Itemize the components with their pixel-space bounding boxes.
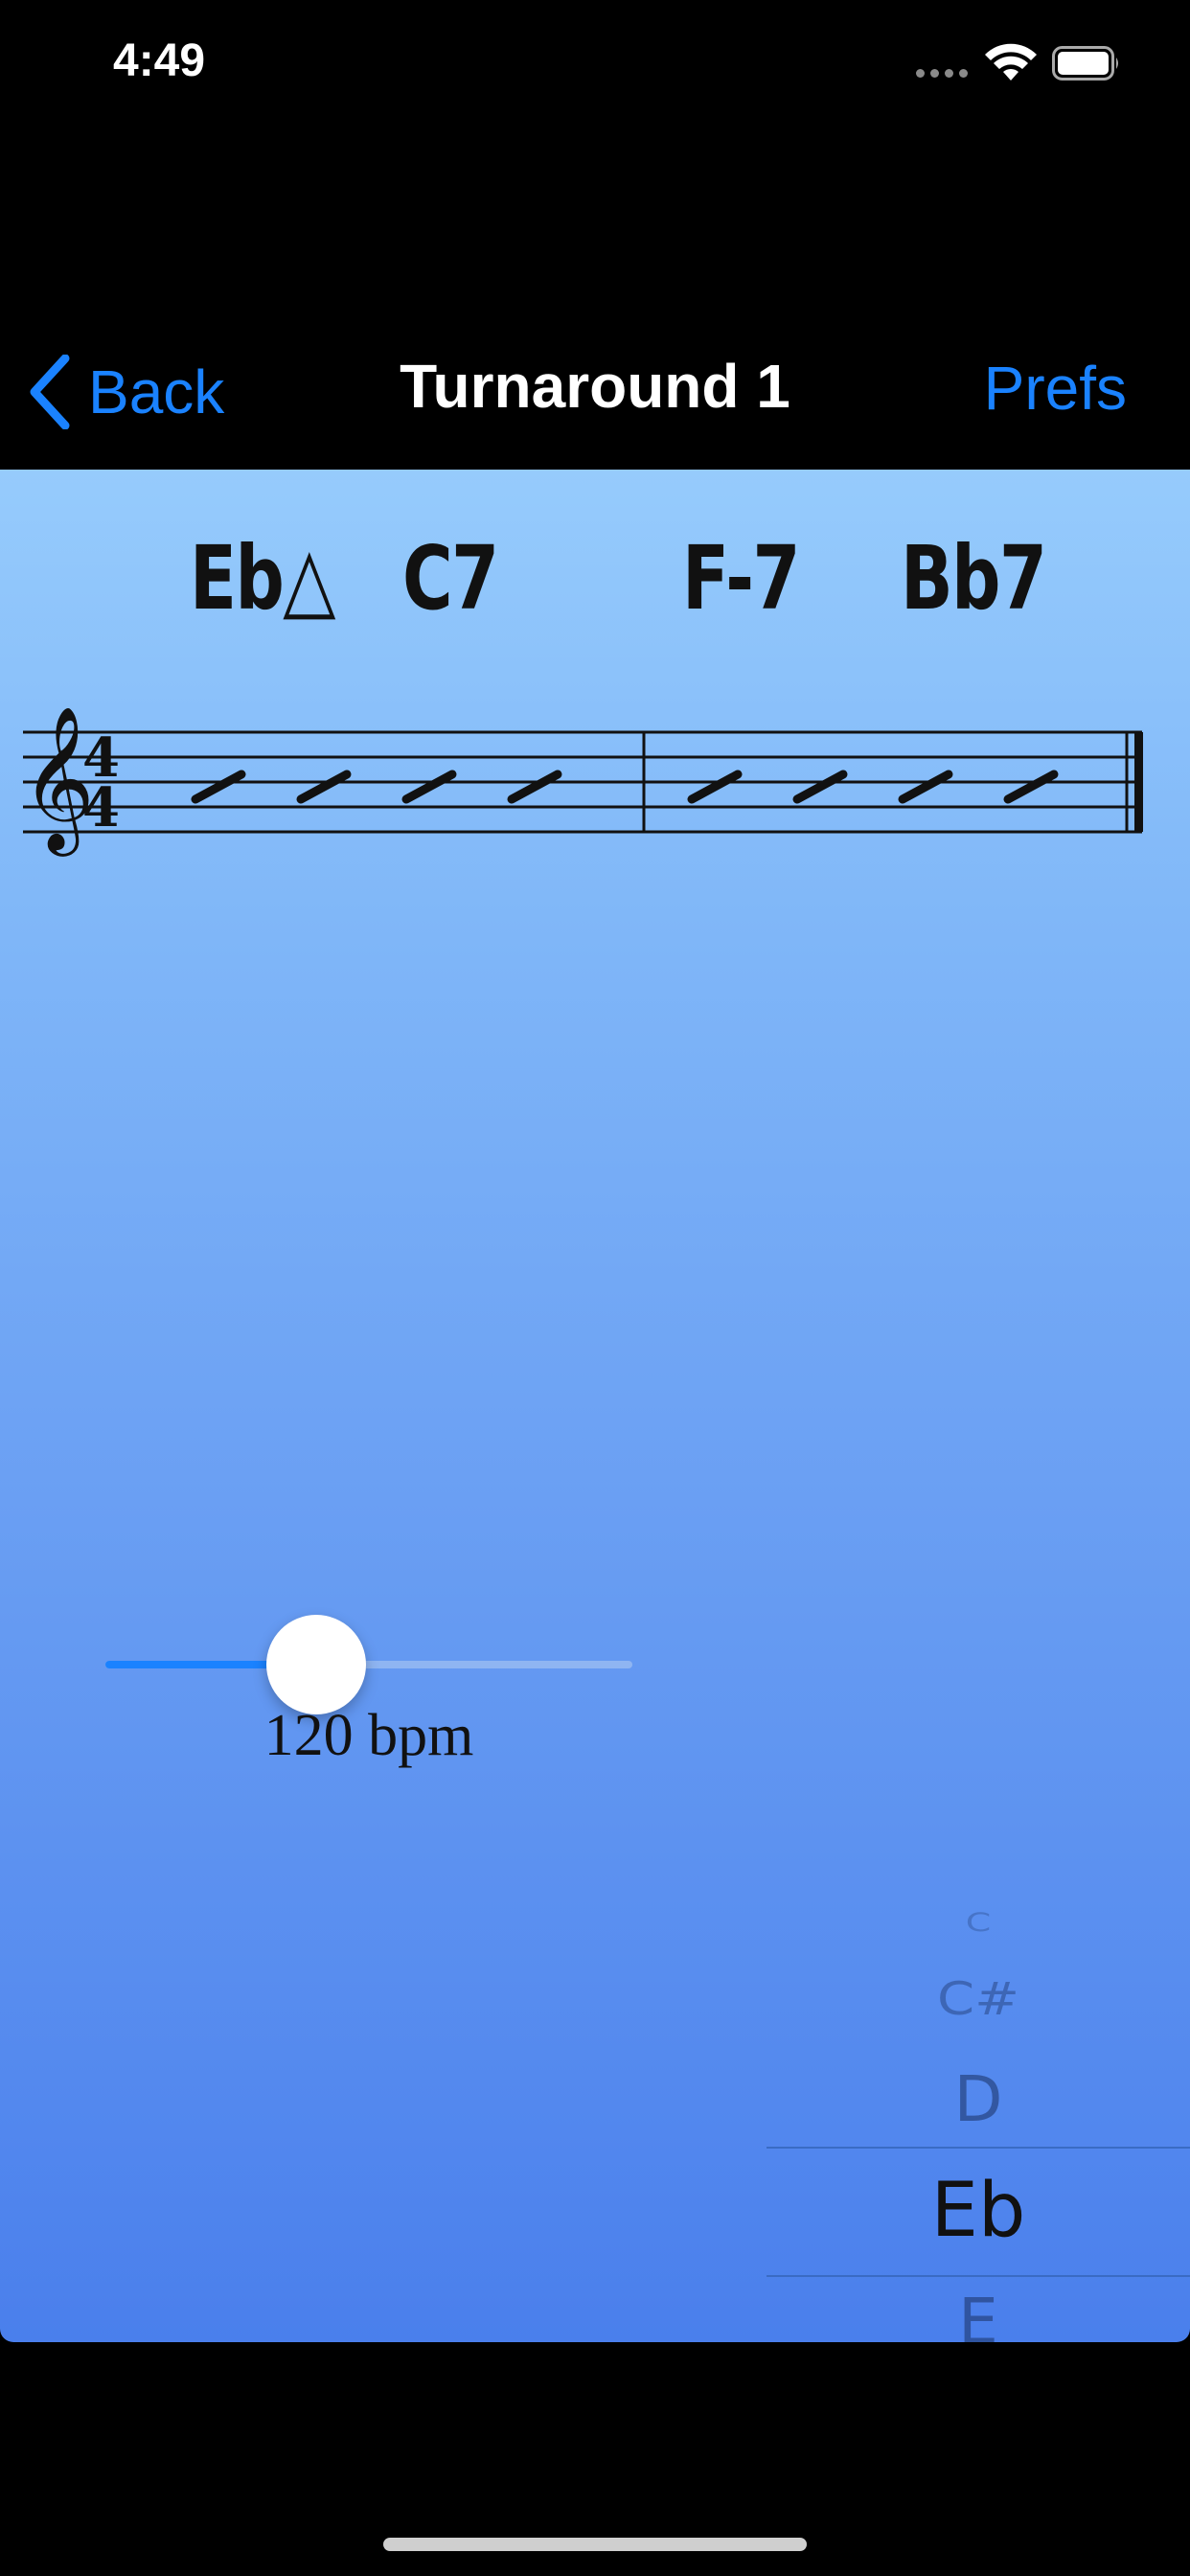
picker-selected-item[interactable]: Eb (767, 2168, 1190, 2254)
tempo-label: 120 bpm (263, 1703, 474, 1768)
prefs-button[interactable]: Prefs (984, 353, 1127, 424)
picker-item[interactable]: C (767, 1908, 1190, 1938)
picker-item[interactable]: C# (767, 1973, 1190, 2026)
cellular-signal-icon (916, 69, 968, 78)
time-signature: 4 4 (82, 726, 120, 840)
picker-item[interactable]: E (767, 2285, 1190, 2342)
svg-text:4: 4 (82, 776, 120, 840)
home-indicator (383, 2538, 807, 2551)
status-bar: 4:49 (0, 0, 1190, 134)
music-staff: 𝄞 4 4 (23, 707, 1143, 857)
rhythm-slashes (191, 770, 1059, 804)
main-content: Eb△ C7 F-7 Bb7 𝄞 4 4 120 bpm C C# D Eb E (0, 470, 1190, 2342)
battery-icon (1052, 46, 1118, 80)
chord-symbol: F-7 (682, 527, 800, 630)
picker-divider (767, 2275, 1190, 2277)
slider-thumb[interactable] (266, 1615, 366, 1714)
picker-divider (767, 2147, 1190, 2149)
chord-symbol: Bb7 (901, 527, 1047, 630)
key-picker[interactable]: C C# D Eb E F F# G (767, 1888, 1190, 2342)
wifi-icon (985, 43, 1037, 80)
chord-symbols: Eb△ C7 F-7 Bb7 (0, 527, 1190, 642)
status-time: 4:49 (113, 35, 206, 86)
chord-symbol: C7 (402, 527, 499, 630)
chord-symbol: Eb△ (190, 527, 335, 630)
picker-item[interactable]: D (767, 2062, 1190, 2136)
